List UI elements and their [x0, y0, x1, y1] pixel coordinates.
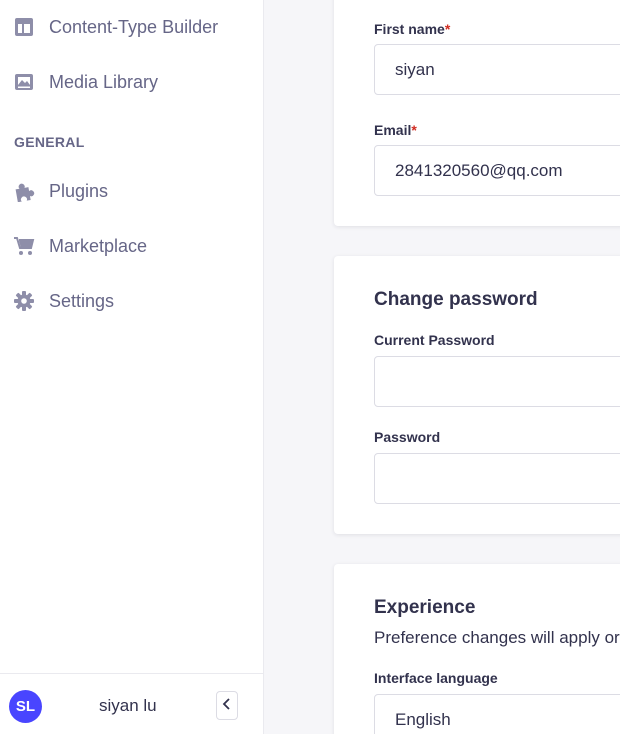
- first-name-label: First name*: [374, 21, 451, 37]
- change-password-card: Change password Current Password Passwor…: [334, 256, 620, 534]
- user-name[interactable]: siyan lu: [99, 696, 157, 716]
- sidebar-item-plugins[interactable]: Plugins: [0, 171, 263, 211]
- sidebar-item-label: Content-Type Builder: [49, 16, 219, 37]
- gear-icon: [13, 290, 35, 312]
- sidebar-item-label: Media Library: [49, 71, 159, 92]
- current-password-field[interactable]: [374, 356, 620, 407]
- sidebar-item-content-type-builder[interactable]: Content-Type Builder: [0, 7, 263, 47]
- password-field[interactable]: [374, 453, 620, 504]
- sidebar-item-label: Marketplace: [49, 235, 148, 256]
- required-marker: *: [411, 122, 417, 138]
- profile-card: First name* siyan Email* 2841320560@qq.c…: [334, 0, 620, 226]
- interface-language-label: Interface language: [374, 670, 498, 686]
- change-password-title: Change password: [374, 289, 538, 310]
- email-field[interactable]: 2841320560@qq.com: [374, 145, 620, 196]
- experience-card: Experience Preference changes will apply…: [334, 564, 620, 734]
- first-name-field[interactable]: siyan: [374, 44, 620, 95]
- sidebar-item-settings[interactable]: Settings: [0, 281, 263, 321]
- first-name-value: siyan: [395, 59, 435, 79]
- password-label: Password: [374, 429, 441, 445]
- experience-description: Preference changes will apply or: [374, 628, 620, 647]
- sidebar-item-media-library[interactable]: Media Library: [0, 62, 263, 102]
- puzzle-icon: [13, 180, 35, 202]
- image-icon: [13, 71, 35, 93]
- interface-language-select[interactable]: English: [374, 694, 620, 734]
- chevron-left-icon: [222, 697, 232, 715]
- sidebar-item-marketplace[interactable]: Marketplace: [0, 226, 263, 266]
- required-marker: *: [444, 21, 451, 37]
- language-value: English: [395, 709, 451, 729]
- current-password-label: Current Password: [374, 332, 495, 348]
- experience-title: Experience: [374, 597, 476, 618]
- layout-icon: [13, 16, 35, 38]
- cart-icon: [13, 235, 35, 257]
- avatar[interactable]: SL: [9, 690, 42, 723]
- section-title-general: GENERAL: [14, 134, 85, 150]
- email-label: Email*: [374, 122, 417, 138]
- sidebar-item-label: Plugins: [49, 180, 109, 201]
- sidebar-footer: SL siyan lu: [0, 673, 263, 734]
- email-value: 2841320560@qq.com: [395, 160, 563, 180]
- collapse-sidebar-button[interactable]: [216, 691, 238, 720]
- sidebar-item-label: Settings: [49, 290, 115, 311]
- sidebar: Content-Type Builder Media Library GENER…: [0, 0, 264, 734]
